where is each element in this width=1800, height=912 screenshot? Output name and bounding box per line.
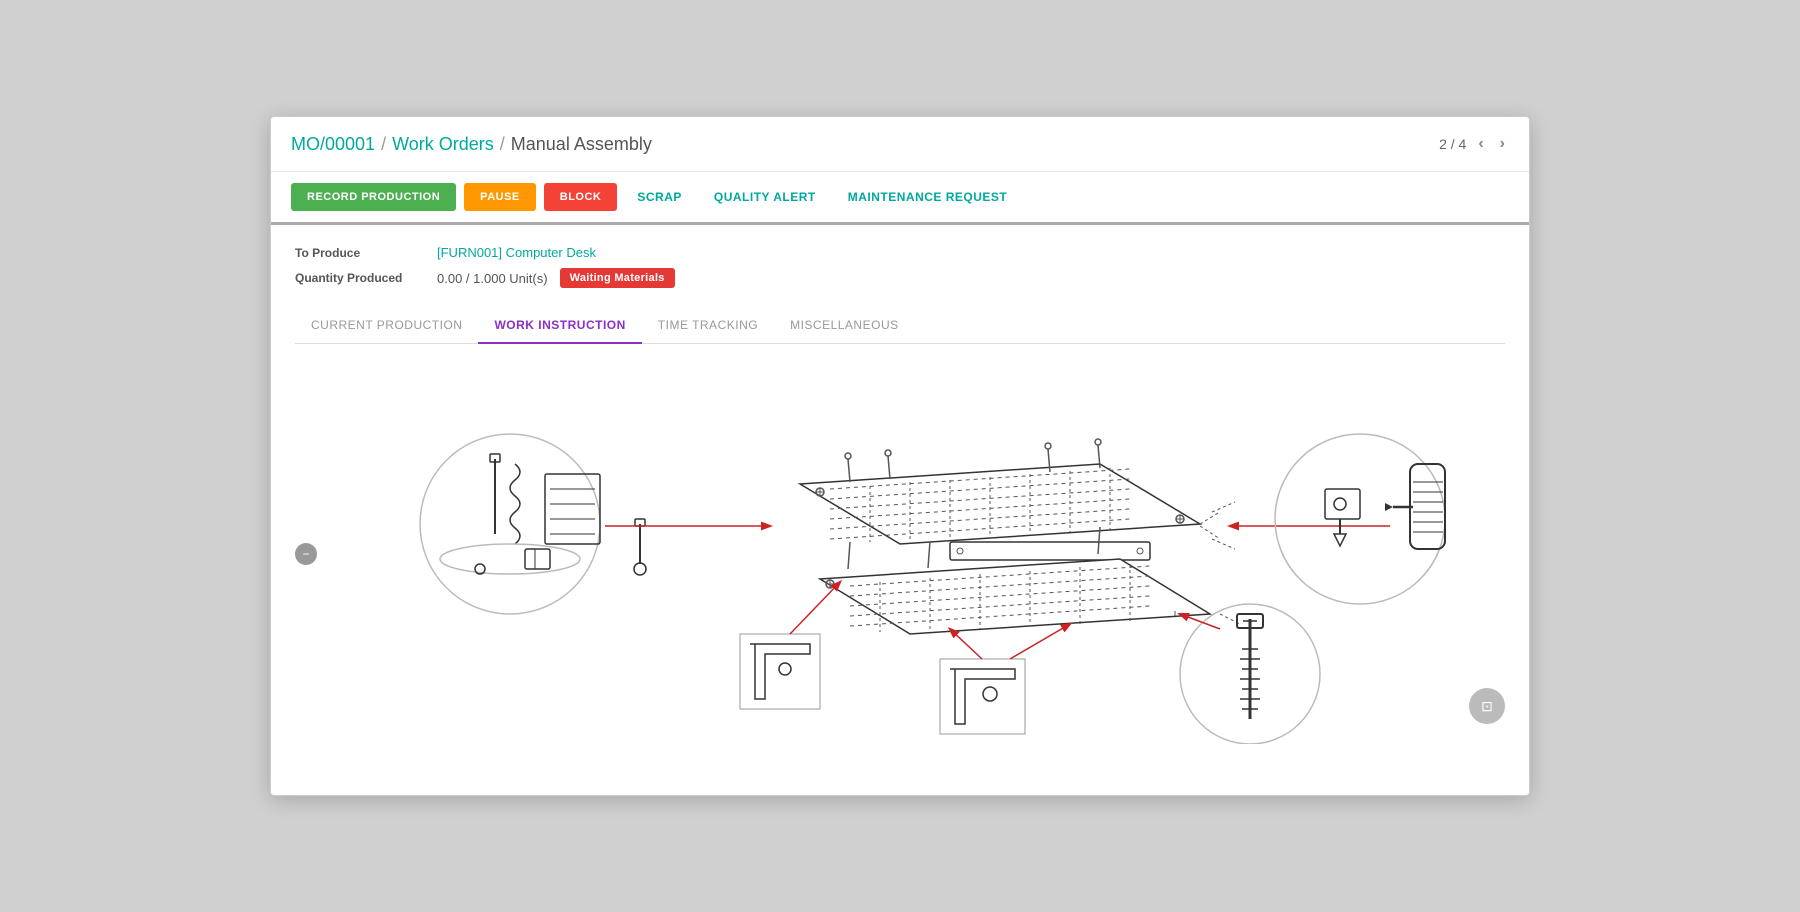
breadcrumb: MO/00001 / Work Orders / Manual Assembly: [291, 134, 652, 155]
info-section: To Produce [FURN001] Computer Desk Quant…: [295, 245, 1505, 288]
pagination-prev-button[interactable]: ‹: [1474, 133, 1487, 155]
record-production-button[interactable]: RECORD PRODUCTION: [291, 183, 456, 211]
tabs: CURRENT PRODUCTION WORK INSTRUCTION TIME…: [295, 308, 1505, 344]
instruction-area: −: [295, 364, 1505, 744]
to-produce-row: To Produce [FURN001] Computer Desk: [295, 245, 1505, 260]
chat-button[interactable]: ⊡: [1469, 688, 1505, 724]
tab-time-tracking[interactable]: TIME TRACKING: [642, 308, 774, 344]
assembly-diagram: [295, 364, 1505, 744]
scrap-button[interactable]: SCRAP: [625, 182, 694, 212]
sidebar-toggle-button[interactable]: −: [295, 543, 317, 565]
pagination-text: 2 / 4: [1439, 136, 1466, 152]
block-button[interactable]: BLOCK: [544, 183, 618, 211]
quantity-value: 0.00 / 1.000 Unit(s): [437, 271, 548, 286]
quality-alert-button[interactable]: QUALITY ALERT: [702, 182, 828, 212]
quantity-row: Quantity Produced 0.00 / 1.000 Unit(s) W…: [295, 268, 1505, 288]
main-window: MO/00001 / Work Orders / Manual Assembly…: [270, 116, 1530, 796]
toolbar: RECORD PRODUCTION PAUSE BLOCK SCRAP QUAL…: [271, 172, 1529, 225]
content-area: To Produce [FURN001] Computer Desk Quant…: [271, 225, 1529, 764]
tab-work-instruction[interactable]: WORK INSTRUCTION: [478, 308, 641, 344]
breadcrumb-sep1: /: [381, 134, 386, 155]
maintenance-request-button[interactable]: MAINTENANCE REQUEST: [836, 182, 1020, 212]
breadcrumb-sep2: /: [500, 134, 505, 155]
pagination: 2 / 4 ‹ ›: [1439, 133, 1509, 155]
pagination-next-button[interactable]: ›: [1496, 133, 1509, 155]
breadcrumb-current-page: Manual Assembly: [511, 134, 652, 155]
breadcrumb-workorders[interactable]: Work Orders: [392, 134, 494, 155]
tab-current-production[interactable]: CURRENT PRODUCTION: [295, 308, 478, 344]
quantity-label: Quantity Produced: [295, 271, 425, 285]
to-produce-value[interactable]: [FURN001] Computer Desk: [437, 245, 596, 260]
header: MO/00001 / Work Orders / Manual Assembly…: [271, 117, 1529, 172]
tab-miscellaneous[interactable]: MISCELLANEOUS: [774, 308, 915, 344]
breadcrumb-mo[interactable]: MO/00001: [291, 134, 375, 155]
pause-button[interactable]: PAUSE: [464, 183, 536, 211]
to-produce-label: To Produce: [295, 246, 425, 260]
waiting-materials-badge: Waiting Materials: [560, 268, 675, 288]
